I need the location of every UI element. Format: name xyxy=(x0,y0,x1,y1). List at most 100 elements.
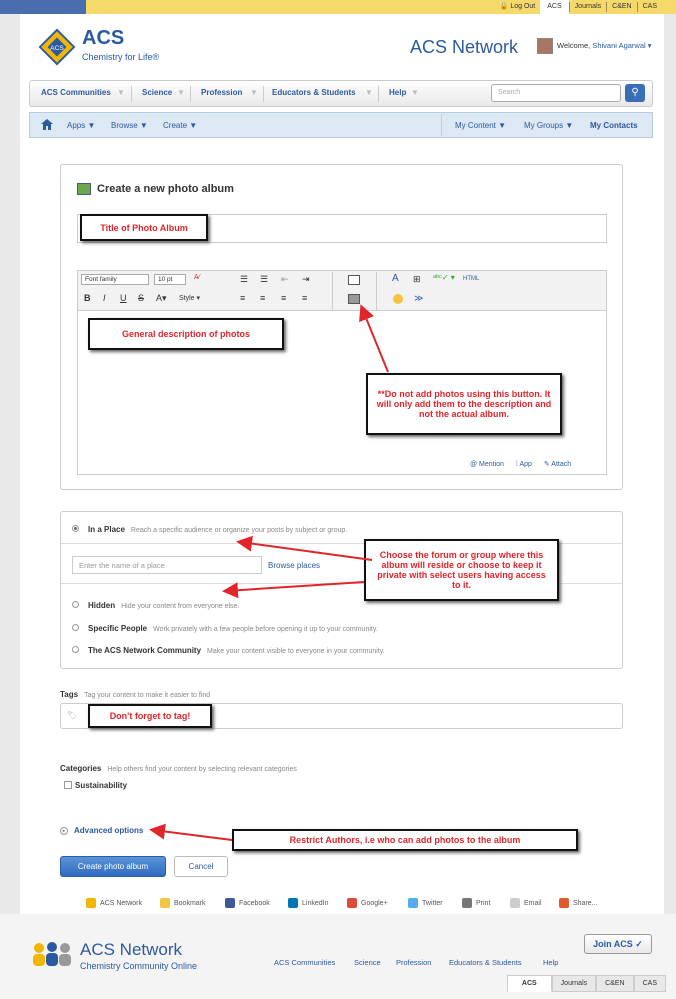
subnav-apps[interactable]: Apps ▼ xyxy=(67,121,95,130)
nav-help[interactable]: Help xyxy=(389,88,406,97)
join-acs-button[interactable]: Join ACS ✓ xyxy=(584,934,652,954)
welcome-text[interactable]: Welcome, Shivani Agarwal ▾ xyxy=(557,41,652,50)
cen-link[interactable]: C&EN xyxy=(606,2,636,12)
avatar[interactable] xyxy=(537,38,553,54)
italic-icon[interactable]: I xyxy=(103,293,106,303)
top-links: 🔒 Log Out ACS Journals C&EN CAS xyxy=(495,0,662,14)
expand-icon[interactable]: ▸ xyxy=(60,827,68,835)
attach-link[interactable]: ✎ Attach xyxy=(544,461,571,468)
nav-acs-communities[interactable]: ACS Communities xyxy=(41,88,111,97)
footer-link-profession[interactable]: Profession xyxy=(396,958,431,967)
emoticon-icon[interactable] xyxy=(393,294,403,304)
footer-tab-acs[interactable]: ACS xyxy=(506,975,552,992)
chevron-down-icon[interactable]: ▼ xyxy=(250,88,258,97)
mention-link[interactable]: @ Mention xyxy=(470,461,504,468)
footer-link-science[interactable]: Science xyxy=(354,958,381,967)
share-google-plus[interactable]: Google+ xyxy=(347,898,388,908)
nav-science[interactable]: Science xyxy=(142,88,172,97)
numbered-list-icon[interactable]: ☰ xyxy=(260,274,268,285)
site-title[interactable]: ACS Network xyxy=(410,37,518,58)
text-style-icon[interactable]: A xyxy=(392,273,399,284)
nav-profession[interactable]: Profession xyxy=(201,88,242,97)
in-place-option[interactable]: In a Place Reach a specific audience or o… xyxy=(88,525,347,534)
radio-hidden[interactable] xyxy=(72,601,79,608)
bullet-list-icon[interactable]: ☰ xyxy=(240,274,248,285)
align-right-icon[interactable]: ≡ xyxy=(281,293,286,303)
acs-tab[interactable]: ACS xyxy=(540,0,569,14)
linkedin-icon xyxy=(288,898,298,908)
radio-in-place[interactable] xyxy=(72,525,79,532)
app-link[interactable]: ⁞ App xyxy=(516,461,532,468)
logout-link[interactable]: 🔒 Log Out xyxy=(495,2,541,12)
search-icon[interactable]: ⚲ xyxy=(625,84,645,102)
table-icon[interactable]: ⊞ xyxy=(413,274,421,285)
radio-community[interactable] xyxy=(72,646,79,653)
bold-icon[interactable]: B xyxy=(84,293,91,303)
home-icon[interactable] xyxy=(41,119,53,130)
html-button[interactable]: HTML xyxy=(463,276,479,282)
subnav-my-groups[interactable]: My Groups ▼ xyxy=(524,121,573,130)
acs-logo-icon[interactable]: ACS xyxy=(38,28,76,66)
share-twitter[interactable]: Twitter xyxy=(408,898,443,908)
spellcheck-icon[interactable]: ᵃᵇᶜ✓ ▾ xyxy=(433,273,455,282)
footer-title[interactable]: ACS Network xyxy=(80,940,182,960)
cancel-button[interactable]: Cancel xyxy=(174,856,228,877)
footer-link-educators[interactable]: Educators & Students xyxy=(449,958,522,967)
browse-places-link[interactable]: Browse places xyxy=(268,561,320,570)
text-color-icon[interactable]: A▾ xyxy=(156,293,167,304)
more-icon[interactable]: ≫ xyxy=(414,293,423,304)
advanced-options-link[interactable]: Advanced options xyxy=(74,826,143,835)
outdent-icon[interactable]: ⇤ xyxy=(281,274,289,285)
clear-format-icon[interactable]: A⁄ xyxy=(194,274,200,281)
footer-tab-cas[interactable]: CAS xyxy=(633,975,666,992)
footer-link-help[interactable]: Help xyxy=(543,958,558,967)
create-album-button[interactable]: Create photo album xyxy=(60,856,166,877)
share-print[interactable]: Print xyxy=(462,898,490,908)
justify-icon[interactable]: ≡ xyxy=(302,293,307,303)
share-more[interactable]: Share... xyxy=(559,898,598,908)
hidden-option[interactable]: Hidden Hide your content from everyone el… xyxy=(88,601,239,610)
acs-icon xyxy=(86,898,96,908)
search-input[interactable]: Search xyxy=(491,84,621,102)
footer-tab-journals[interactable]: Journals xyxy=(551,975,597,992)
align-left-icon[interactable]: ≡ xyxy=(240,293,245,303)
font-family-select[interactable]: Font family xyxy=(81,274,149,285)
subnav-my-content[interactable]: My Content ▼ xyxy=(455,121,506,130)
journals-link[interactable]: Journals xyxy=(568,2,606,12)
chevron-down-icon[interactable]: ▼ xyxy=(177,88,185,97)
place-name-input[interactable]: Enter the name of a place xyxy=(72,556,262,574)
nav-educators-students[interactable]: Educators & Students xyxy=(272,88,356,97)
community-option[interactable]: The ACS Network Community Make your conte… xyxy=(88,646,385,655)
chevron-down-icon[interactable]: ▼ xyxy=(411,88,419,97)
subnav-browse[interactable]: Browse ▼ xyxy=(111,121,148,130)
camera-icon[interactable] xyxy=(348,294,360,304)
footer-tab-cen[interactable]: C&EN xyxy=(596,975,634,992)
style-select[interactable]: Style ▾ xyxy=(179,294,200,302)
user-menu[interactable]: Shivani Agarwal ▾ xyxy=(592,41,651,50)
bookmark-icon xyxy=(160,898,170,908)
font-size-select[interactable]: 10 pt xyxy=(154,274,186,285)
subnav-create[interactable]: Create ▼ xyxy=(163,121,197,130)
subnav-my-contacts[interactable]: My Contacts xyxy=(590,121,638,130)
indent-icon[interactable]: ⇥ xyxy=(302,274,310,285)
strikethrough-icon[interactable]: S xyxy=(138,293,144,303)
radio-specific-people[interactable] xyxy=(72,624,79,631)
svg-text:ACS: ACS xyxy=(50,45,64,52)
nav-divider xyxy=(378,86,379,102)
chevron-down-icon[interactable]: ▼ xyxy=(117,88,125,97)
specific-people-option[interactable]: Specific People Work privately with a few… xyxy=(88,624,378,633)
share-email[interactable]: Email xyxy=(510,898,542,908)
share-facebook[interactable]: Facebook xyxy=(225,898,270,908)
media-icon[interactable] xyxy=(348,275,360,285)
align-center-icon[interactable]: ≡ xyxy=(260,293,265,303)
footer-link-communities[interactable]: ACS Communities xyxy=(274,958,335,967)
share-acs-network[interactable]: ACS Network xyxy=(86,898,142,908)
sustainability-checkbox[interactable] xyxy=(64,781,72,789)
underline-icon[interactable]: U xyxy=(120,293,127,303)
share-bookmark[interactable]: Bookmark xyxy=(160,898,206,908)
share-linkedin[interactable]: LinkedIn xyxy=(288,898,328,908)
sustainability-label[interactable]: Sustainability xyxy=(75,781,127,790)
cas-link[interactable]: CAS xyxy=(636,2,662,12)
email-icon xyxy=(510,898,520,908)
chevron-down-icon[interactable]: ▼ xyxy=(365,88,373,97)
